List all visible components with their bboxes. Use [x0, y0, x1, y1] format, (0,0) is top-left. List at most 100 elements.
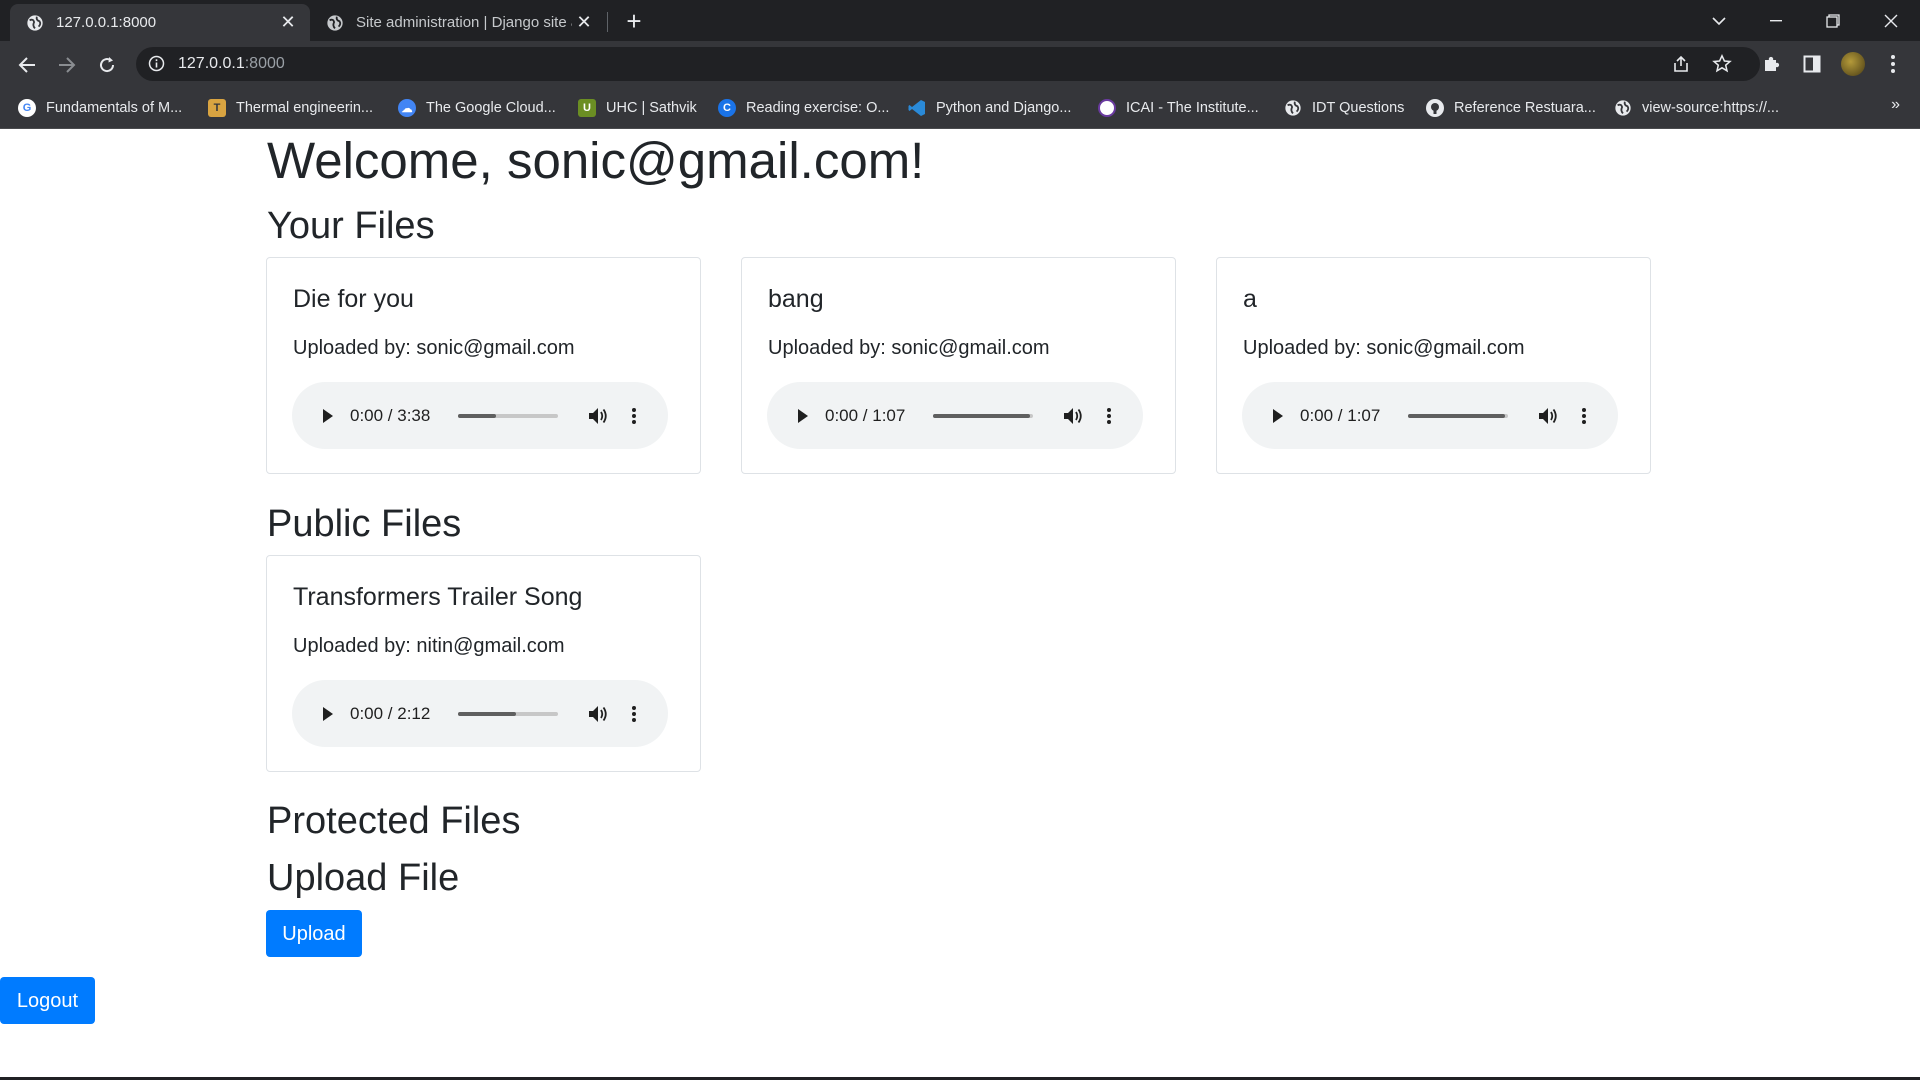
bookmark-item[interactable]: ICAI - The Institute... — [1098, 97, 1259, 119]
minimize-icon[interactable] — [1747, 0, 1805, 41]
tab-search-icon[interactable] — [1690, 0, 1748, 41]
file-card: Transformers Trailer Song Uploaded by: n… — [266, 555, 701, 772]
forward-arrow-icon[interactable] — [52, 50, 82, 80]
tab-django-admin[interactable]: Site administration | Django site admin … — [310, 4, 606, 41]
volume-icon[interactable] — [1536, 407, 1560, 425]
audio-player: 0:00 / 1:07 — [1242, 382, 1618, 449]
bookmark-item[interactable]: U UHC | Sathvik — [578, 97, 697, 119]
bookmark-label: Thermal engineerin... — [236, 100, 374, 116]
more-options-icon[interactable] — [1101, 407, 1117, 425]
volume-icon[interactable] — [586, 705, 610, 723]
close-tab-icon[interactable]: ✕ — [276, 12, 300, 33]
buffered-fill — [933, 413, 1030, 418]
audio-time: 0:00 / 1:07 — [825, 405, 906, 425]
bookmark-label: Python and Django... — [936, 100, 1072, 116]
tab-title: 127.0.0.1:8000 — [56, 14, 157, 31]
more-options-icon[interactable] — [626, 705, 642, 723]
file-title: a — [1243, 285, 1257, 313]
bookmark-item[interactable]: view-source:https://... — [1614, 97, 1779, 119]
bookmarks-bar: G Fundamentals of M... T Thermal enginee… — [0, 88, 1920, 129]
audio-player: 0:00 / 2:12 — [292, 680, 668, 747]
back-arrow-icon[interactable] — [12, 50, 42, 80]
file-title: bang — [768, 285, 824, 313]
browser-toolbar: 127.0.0.1:8000 — [0, 41, 1920, 88]
site-info-icon[interactable] — [148, 55, 165, 77]
play-icon[interactable] — [318, 408, 338, 424]
url-text: 127.0.0.1:8000 — [178, 55, 285, 73]
upload-file-heading: Upload File — [267, 857, 460, 899]
tab-localhost[interactable]: 127.0.0.1:8000 ✕ — [10, 4, 310, 41]
play-icon[interactable] — [1268, 408, 1288, 424]
share-icon[interactable] — [1668, 51, 1694, 77]
address-bar[interactable]: 127.0.0.1:8000 — [136, 47, 1760, 81]
globe-icon — [1614, 99, 1632, 117]
tab-title: Site administration | Django site admin — [356, 14, 572, 31]
bookmark-item[interactable]: IDT Questions — [1284, 97, 1404, 119]
more-options-icon[interactable] — [1576, 407, 1592, 425]
bookmark-item[interactable]: C Reading exercise: O... — [718, 97, 889, 119]
logout-button[interactable]: Logout — [0, 977, 95, 1024]
profile-avatar[interactable] — [1840, 51, 1866, 77]
bookmark-label: Reference Restuara... — [1454, 100, 1596, 116]
welcome-heading: Welcome, sonic@gmail.com! — [267, 132, 925, 189]
upload-button[interactable]: Upload — [266, 910, 362, 957]
audio-seek-slider[interactable] — [1408, 413, 1508, 418]
play-icon[interactable] — [318, 706, 338, 722]
audio-seek-slider[interactable] — [933, 413, 1033, 418]
file-card: bang Uploaded by: sonic@gmail.com 0:00 /… — [741, 257, 1176, 474]
uploaded-by: Uploaded by: sonic@gmail.com — [1243, 337, 1525, 359]
github-icon — [1426, 99, 1444, 117]
chrome-menu-icon[interactable] — [1880, 51, 1906, 77]
restore-icon[interactable] — [1804, 0, 1862, 41]
uploaded-by: Uploaded by: sonic@gmail.com — [293, 337, 575, 359]
buffered-fill — [1408, 413, 1505, 418]
public-files-heading: Public Files — [267, 503, 462, 545]
close-tab-icon[interactable]: ✕ — [572, 12, 596, 33]
google-icon: G — [18, 99, 36, 117]
file-card: a Uploaded by: sonic@gmail.com 0:00 / 1:… — [1216, 257, 1651, 474]
file-title: Transformers Trailer Song — [293, 583, 583, 611]
buffered-fill — [458, 711, 516, 716]
audio-seek-slider[interactable] — [458, 413, 558, 418]
bookmark-item[interactable]: ☁ The Google Cloud... — [398, 97, 556, 119]
audio-player: 0:00 / 3:38 — [292, 382, 668, 449]
bookmark-item[interactable]: Reference Restuara... — [1426, 97, 1596, 119]
bookmark-label: ICAI - The Institute... — [1126, 100, 1259, 116]
vscode-icon — [908, 99, 926, 117]
file-card: Die for you Uploaded by: sonic@gmail.com… — [266, 257, 701, 474]
new-tab-icon[interactable]: + — [620, 8, 648, 36]
play-icon[interactable] — [793, 408, 813, 424]
your-files-heading: Your Files — [267, 205, 435, 247]
url-host: 127.0.0.1 — [178, 55, 245, 72]
bookmark-item[interactable]: Python and Django... — [908, 97, 1071, 119]
more-bookmarks-icon[interactable]: » — [1891, 96, 1900, 114]
bookmark-item[interactable]: G Fundamentals of M... — [18, 97, 182, 119]
bookmark-star-icon[interactable] — [1709, 51, 1735, 77]
bookmark-icon: U — [578, 99, 596, 117]
globe-icon — [27, 14, 43, 31]
browser-tab-bar: 127.0.0.1:8000 ✕ Site administration | D… — [0, 0, 1920, 41]
extensions-puzzle-icon[interactable] — [1759, 51, 1785, 77]
file-title: Die for you — [293, 285, 414, 313]
globe-icon — [327, 14, 343, 31]
side-panel-icon[interactable] — [1799, 51, 1825, 77]
avatar — [1841, 52, 1865, 76]
close-window-icon[interactable] — [1862, 0, 1920, 41]
bookmark-label: The Google Cloud... — [426, 100, 556, 116]
bookmark-item[interactable]: T Thermal engineerin... — [208, 97, 373, 119]
audio-time: 0:00 / 2:12 — [350, 703, 431, 723]
audio-seek-slider[interactable] — [458, 711, 558, 716]
audio-player: 0:00 / 1:07 — [767, 382, 1143, 449]
uploaded-by: Uploaded by: sonic@gmail.com — [768, 337, 1050, 359]
tab-separator — [607, 12, 608, 32]
reload-icon[interactable] — [92, 50, 122, 80]
volume-icon[interactable] — [586, 407, 610, 425]
cloud-icon: ☁ — [398, 99, 416, 117]
uploaded-by: Uploaded by: nitin@gmail.com — [293, 635, 565, 657]
icai-icon — [1098, 99, 1116, 117]
protected-files-heading: Protected Files — [267, 800, 521, 842]
more-options-icon[interactable] — [626, 407, 642, 425]
volume-icon[interactable] — [1061, 407, 1085, 425]
globe-icon — [1284, 99, 1302, 117]
c-icon: C — [718, 99, 736, 117]
